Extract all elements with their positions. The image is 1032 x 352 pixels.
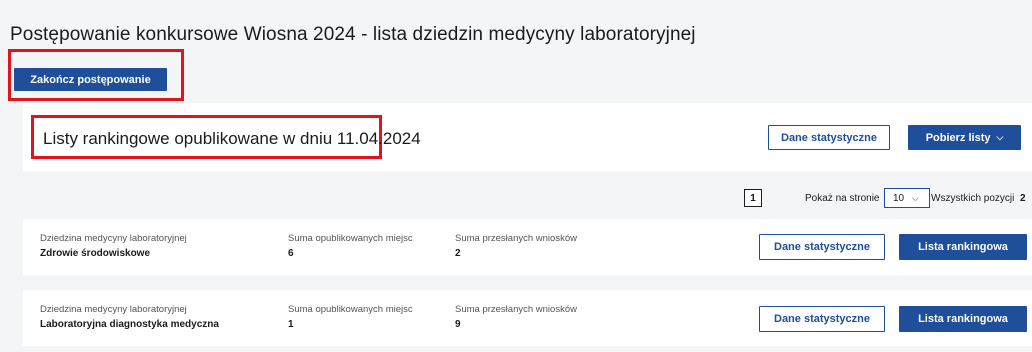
total-label: Wszystkich pozycji (931, 193, 1015, 204)
per-page-label: Pokaż na stronie (805, 193, 880, 204)
chevron-down-icon: ⌵ (996, 132, 1004, 142)
field-value: Zdrowie środowiskowe (40, 248, 151, 259)
places-value: 6 (288, 248, 294, 259)
places-value: 1 (288, 319, 294, 330)
item-stats-button[interactable]: Dane statystyczne (759, 234, 885, 260)
section-stats-button[interactable]: Dane statystyczne (768, 125, 890, 150)
list-item: Dziedzina medycyny laboratoryjnej Labora… (23, 290, 1032, 346)
applications-value: 9 (455, 319, 461, 330)
item-stats-button[interactable]: Dane statystyczne (759, 306, 885, 332)
per-page-select[interactable]: 10 ⌵ (884, 188, 930, 208)
section-title: Listy rankingowe opublikowane w dniu 11.… (43, 129, 421, 148)
per-page-value: 10 (893, 192, 905, 204)
chevron-down-icon: ⌵ (912, 192, 919, 203)
list-item: Dziedzina medycyny laboratoryjnej Zdrowi… (23, 219, 1032, 275)
places-label: Suma opublikowanych miejsc (288, 233, 413, 244)
places-label: Suma opublikowanych miejsc (288, 304, 413, 315)
download-lists-button[interactable]: Pobierz listy ⌵ (908, 125, 1021, 150)
applications-label: Suma przesłanych wniosków (455, 304, 577, 315)
field-label: Dziedzina medycyny laboratoryjnej (40, 304, 187, 315)
ranking-list-button[interactable]: Lista rankingowa (899, 306, 1027, 332)
applications-value: 2 (455, 248, 461, 259)
ranking-list-button[interactable]: Lista rankingowa (899, 234, 1027, 260)
total-value: 2 (1020, 193, 1026, 204)
field-label: Dziedzina medycyny laboratoryjnej (40, 233, 187, 244)
page-title: Postępowanie konkursowe Wiosna 2024 - li… (10, 24, 696, 45)
field-value: Laboratoryjna diagnostyka medyczna (40, 319, 219, 330)
pagination-current-page[interactable]: 1 (744, 189, 762, 207)
download-lists-label: Pobierz listy (925, 131, 991, 144)
applications-label: Suma przesłanych wniosków (455, 233, 577, 244)
finish-button[interactable]: Zakończ postępowanie (14, 68, 167, 91)
